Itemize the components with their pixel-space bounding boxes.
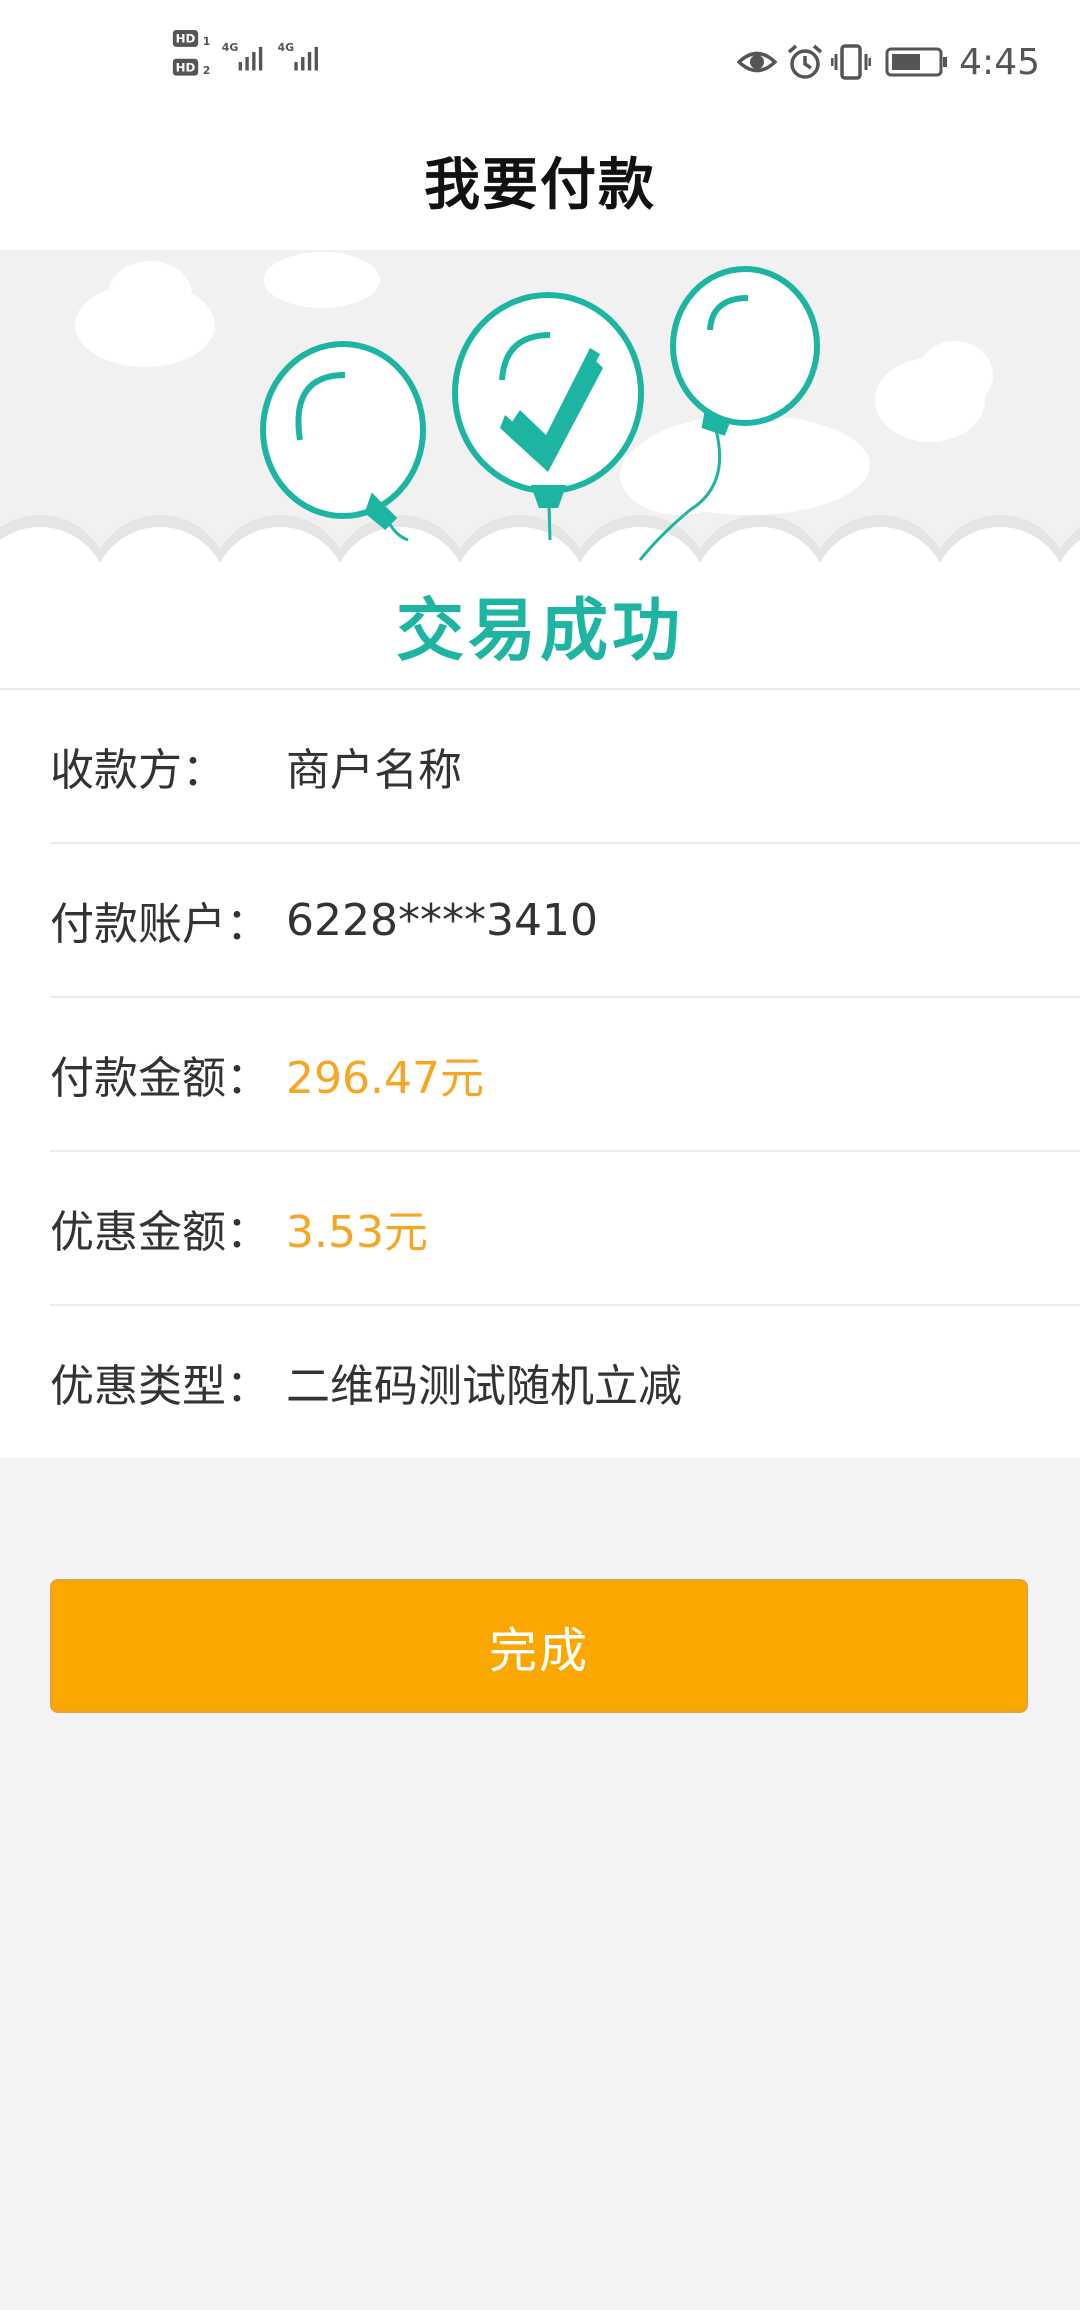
battery-icon	[885, 47, 948, 77]
amount-label: 付款金额：	[50, 1053, 270, 1104]
status-time: 4:45	[959, 41, 1040, 83]
payment-details: 收款方： 商户名称 付款账户： 6228****3410 付款金额： 296.4…	[0, 688, 1080, 1458]
payee-label: 收款方：	[50, 745, 226, 796]
status-bar: HD 1 HD 2 4G 4G 4:45	[0, 0, 1080, 120]
signal-indicators: HD 1 HD 2 4G 4G	[172, 30, 318, 77]
detail-row-payee: 收款方： 商户名称	[50, 690, 1080, 844]
alarm-icon	[788, 44, 823, 79]
discount-value: 3.53元	[286, 1207, 428, 1258]
sim1-label: HD	[176, 32, 196, 46]
discount-label: 优惠金额：	[50, 1207, 270, 1258]
sim1-index: 1	[203, 35, 211, 48]
eye-icon	[737, 51, 778, 73]
account-label: 付款账户：	[50, 899, 270, 950]
sim2-label: HD	[176, 60, 196, 74]
signal-1-icon: 4G	[222, 41, 263, 71]
page-title: 我要付款	[424, 152, 656, 218]
sim2-hd-icon: HD 2	[172, 58, 211, 77]
transaction-status: 交易成功	[395, 592, 684, 671]
success-hero: 交易成功	[0, 250, 1080, 688]
sim2-index: 2	[203, 64, 211, 77]
network1-label: 4G	[222, 41, 239, 54]
amount-value: 296.47元	[286, 1053, 484, 1104]
detail-row-discount-type: 优惠类型： 二维码测试随机立减	[50, 1306, 1080, 1458]
signal-2-icon: 4G	[277, 41, 318, 71]
detail-row-account: 付款账户： 6228****3410	[50, 844, 1080, 998]
detail-row-discount: 优惠金额： 3.53元	[50, 1152, 1080, 1306]
account-value: 6228****3410	[286, 894, 598, 946]
payee-value: 商户名称	[286, 745, 462, 796]
sim1-hd-icon: HD 1	[172, 30, 211, 48]
vibrate-icon	[831, 44, 872, 80]
done-button[interactable]: 完成	[50, 1579, 1028, 1713]
discount-type-value: 二维码测试随机立减	[286, 1361, 682, 1412]
discount-type-label: 优惠类型：	[50, 1361, 270, 1412]
detail-row-amount: 付款金额： 296.47元	[50, 998, 1080, 1152]
status-right: 4:45	[737, 36, 1040, 88]
network2-label: 4G	[277, 41, 294, 54]
page-header: 我要付款	[0, 120, 1080, 250]
